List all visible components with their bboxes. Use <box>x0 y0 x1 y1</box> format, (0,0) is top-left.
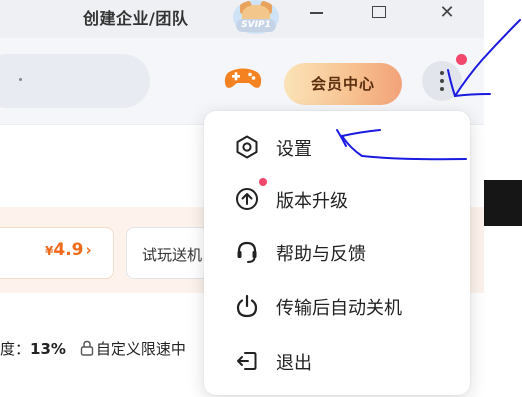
background-window-edge <box>484 0 522 397</box>
more-dropdown-menu: 设置 版本升级 帮助与反馈 传输后自动关机 退出 <box>204 111 470 395</box>
notification-dot <box>456 54 467 65</box>
minimize-icon <box>310 12 323 14</box>
menu-item-auto-shutdown[interactable]: 传输后自动关机 <box>204 280 470 332</box>
menu-item-help[interactable]: 帮助与反馈 <box>204 226 470 278</box>
price-value: 4.9 <box>53 240 84 260</box>
headset-icon <box>234 239 260 265</box>
speed-value: 13% <box>30 340 66 358</box>
more-menu-button[interactable] <box>422 61 462 101</box>
custom-speed-limit-link[interactable]: 自定义限速中 <box>96 340 186 358</box>
settings-icon <box>234 134 260 160</box>
maximize-button[interactable] <box>359 0 399 28</box>
menu-item-label: 帮助与反馈 <box>276 244 366 265</box>
menu-item-label: 设置 <box>276 139 312 160</box>
upgrade-notification-dot <box>259 178 267 186</box>
speed-label: 度： <box>0 340 31 358</box>
trial-text: 试玩送机 <box>142 246 203 264</box>
vip-center-button[interactable]: 会员中心 <box>284 63 402 105</box>
speed-status: 度：13% 自定义限速中 <box>0 338 186 360</box>
menu-item-settings[interactable]: 设置 <box>204 121 470 173</box>
gamepad-icon[interactable] <box>223 65 263 91</box>
menu-item-exit[interactable]: 退出 <box>204 335 470 387</box>
search-dot <box>19 78 22 81</box>
minimize-button[interactable] <box>297 0 337 28</box>
search-box[interactable] <box>0 54 150 108</box>
more-vertical-icon-dot <box>440 87 444 91</box>
power-icon <box>234 293 260 319</box>
create-team-link[interactable]: 创建企业/团队 <box>83 5 188 29</box>
exit-icon <box>234 348 260 374</box>
more-vertical-icon <box>440 71 444 75</box>
lock-icon <box>80 340 94 360</box>
svip-badge[interactable]: SVIP1 <box>236 19 276 32</box>
more-vertical-icon-dot <box>440 79 444 83</box>
close-button[interactable]: ✕ <box>427 0 467 28</box>
menu-item-label: 退出 <box>276 353 312 374</box>
upgrade-icon <box>234 186 260 212</box>
background-window-block <box>484 180 522 226</box>
menu-item-label: 版本升级 <box>276 191 348 212</box>
menu-item-label: 传输后自动关机 <box>276 298 402 319</box>
chevron-right-icon: › <box>85 241 92 259</box>
menu-item-upgrade[interactable]: 版本升级 <box>204 173 470 225</box>
maximize-icon <box>372 6 386 18</box>
close-icon: ✕ <box>439 2 455 23</box>
price-link[interactable]: ¥4.9 › <box>45 240 92 260</box>
